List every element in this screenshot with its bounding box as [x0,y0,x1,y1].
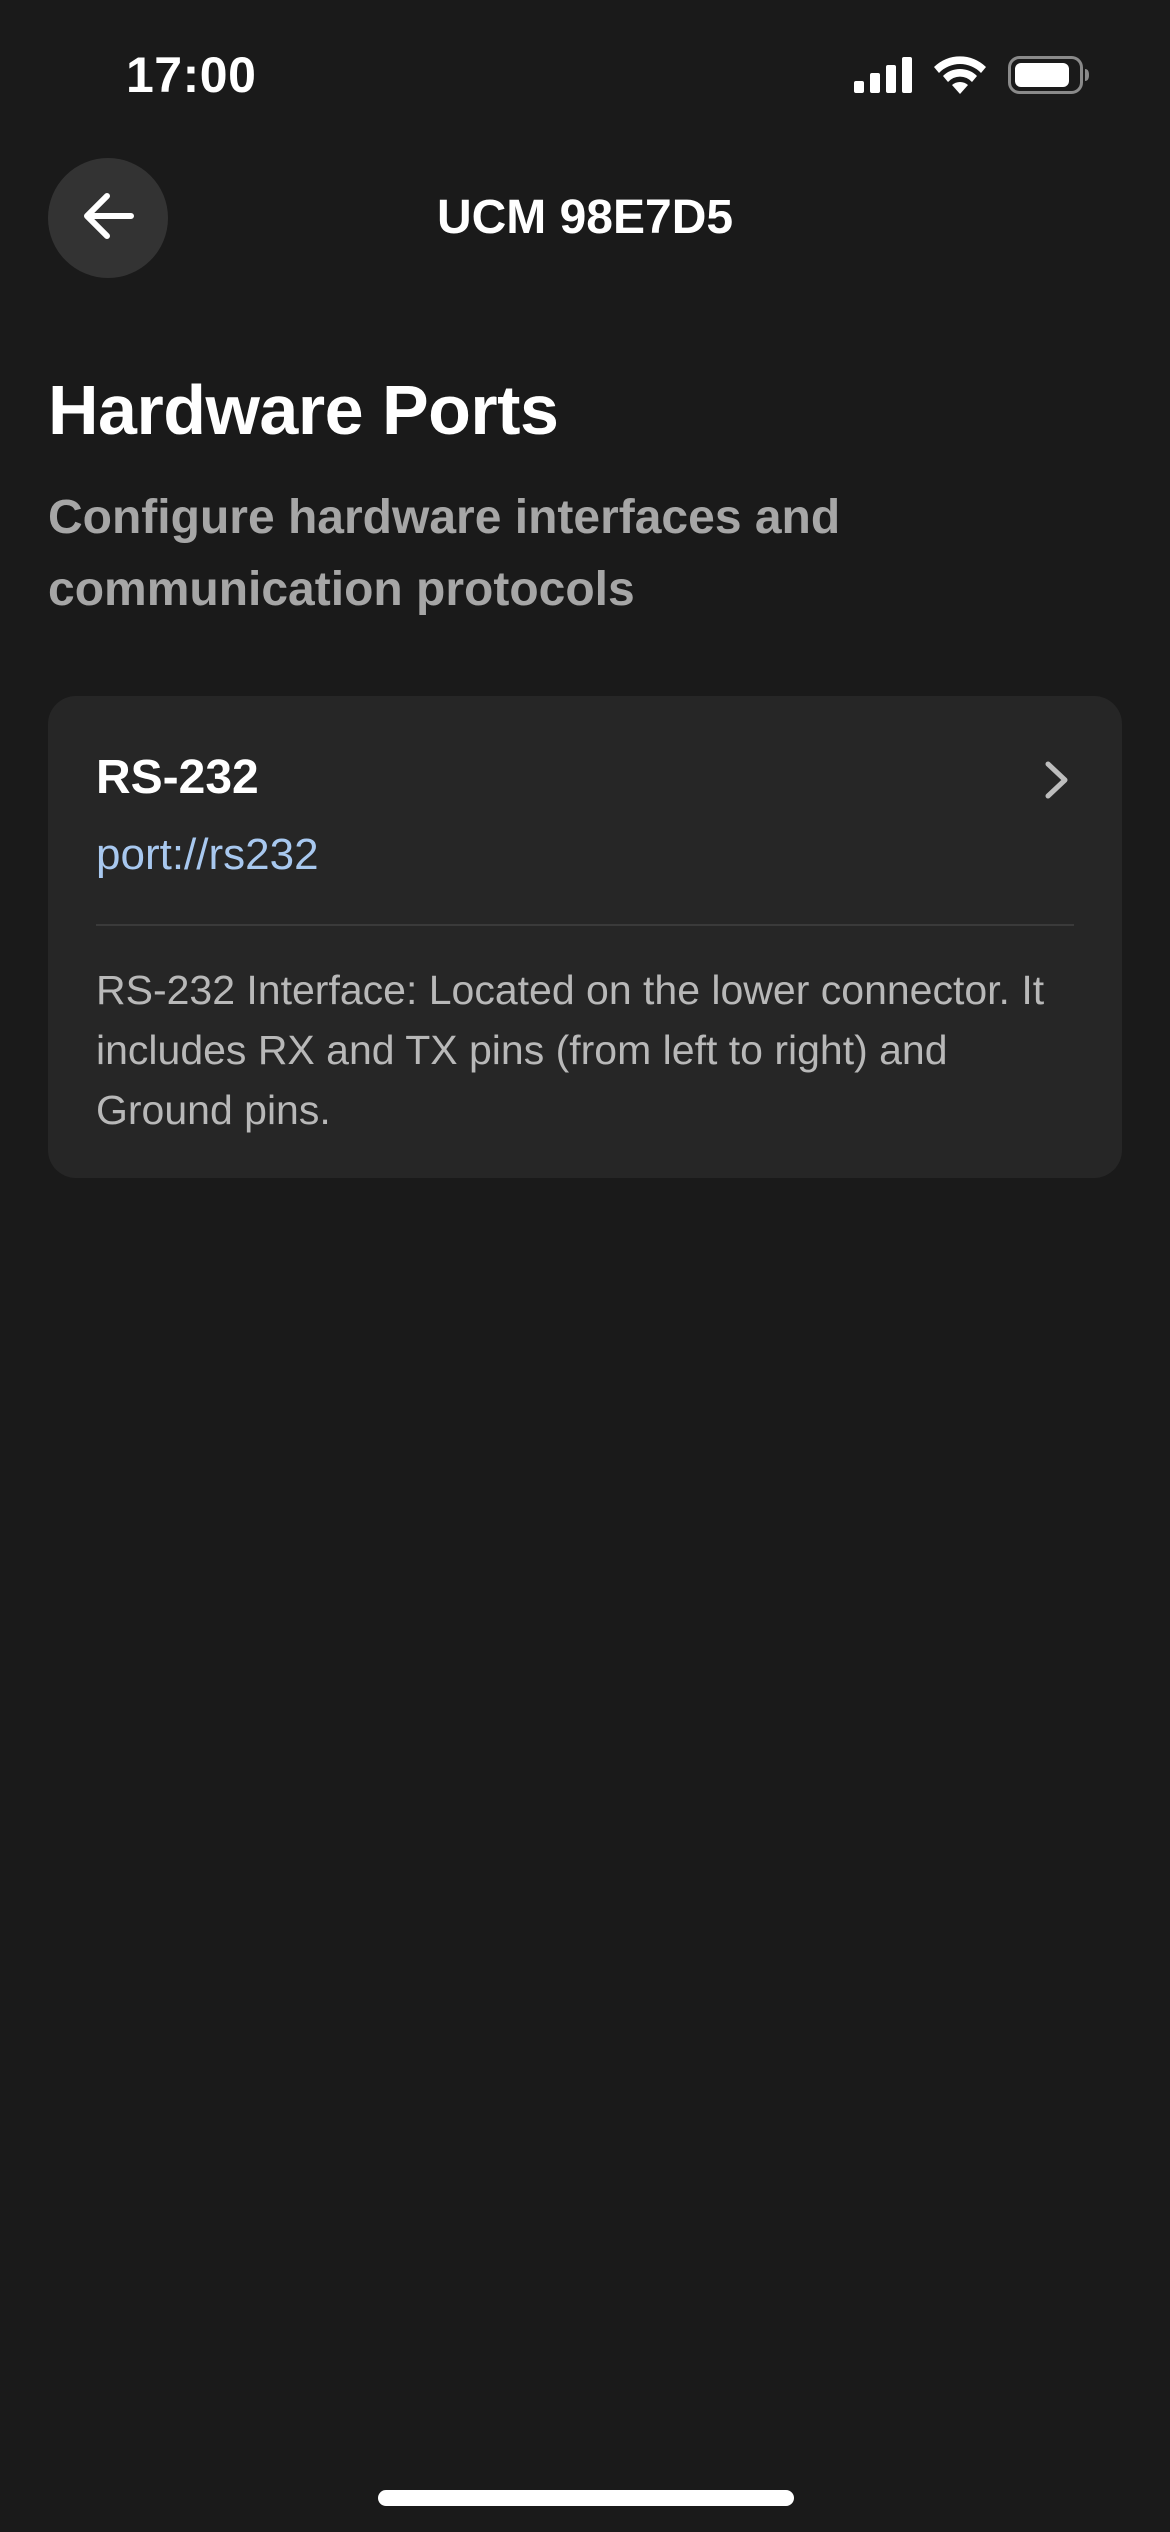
status-icons [854,56,1090,94]
status-time: 17:00 [126,47,257,103]
hardware-ports-screen: 17:00 UCM 98E7D5 Hardware Ports Configur… [0,0,1170,2532]
card-divider [96,924,1074,926]
wifi-icon [934,56,986,94]
port-uri: port://rs232 [96,830,319,879]
cellular-signal-icon [854,57,912,93]
home-indicator[interactable] [378,2490,794,2506]
nav-title: UCM 98E7D5 [436,191,734,244]
battery-icon [1008,56,1090,94]
status-bar: 17:00 [0,0,1170,150]
port-description: RS-232 Interface: Located on the lower c… [96,967,1045,1133]
chevron-right-icon [1044,760,1070,805]
navigation-bar: UCM 98E7D5 [0,158,1170,280]
page-title: Hardware Ports [48,371,559,449]
page-subtitle: Configure hardware interfaces and commun… [48,491,841,616]
port-card-rs232[interactable]: RS-232 port://rs232 RS-232 Interface: Lo… [48,696,1122,1178]
port-name: RS-232 [96,751,259,804]
